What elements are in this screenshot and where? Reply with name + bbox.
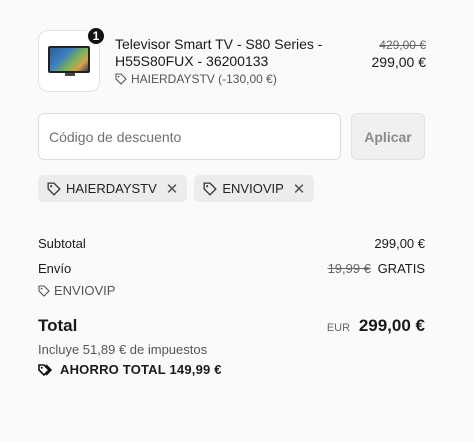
tag-icon	[203, 182, 218, 196]
quantity-badge: 1	[86, 26, 106, 46]
discount-chip-label: ENVIOVIP	[222, 181, 284, 196]
shipping-code: ENVIOVIP	[38, 283, 115, 298]
shipping-price: 19,99 € GRATIS	[328, 261, 425, 276]
remove-code-icon[interactable]: ✕	[293, 180, 306, 198]
discount-chip: ENVIOVIP ✕	[194, 175, 315, 202]
line-item: 1 Televisor Smart TV - S80 Series - H55S…	[38, 26, 427, 94]
apply-button[interactable]: Aplicar	[351, 113, 425, 160]
shipping-old-price: 19,99 €	[327, 261, 371, 276]
tag-icon	[38, 284, 50, 297]
remove-code-icon[interactable]: ✕	[166, 180, 179, 198]
shipping-code-label: ENVIOVIP	[54, 283, 116, 298]
total-value: EUR 299,00 €	[327, 316, 425, 336]
product-discount-label: HAIERDAYSTV (-130,00 €)	[131, 72, 277, 86]
total-label: Total	[38, 316, 78, 335]
discount-chip-label: HAIERDAYSTV	[66, 181, 157, 196]
subtotal-label: Subtotal	[38, 236, 86, 251]
tax-note: Incluye 51,89 € de impuestos	[38, 342, 208, 357]
original-price: 429,00 €	[379, 38, 426, 52]
shipping-value: GRATIS	[377, 261, 425, 276]
tv-image	[48, 46, 90, 76]
shipping-label: Envío	[38, 261, 72, 276]
tag-icon	[47, 182, 61, 196]
tag-icon	[115, 73, 127, 85]
product-discount: HAIERDAYSTV (-130,00 €)	[115, 72, 277, 86]
total-savings: AHORRO TOTAL 149,99 €	[38, 362, 222, 377]
subtotal-row: Subtotal 299,00 €	[38, 236, 425, 251]
line-price: 299,00 €	[371, 54, 427, 70]
currency-code: EUR	[326, 322, 351, 334]
discount-code-input[interactable]	[38, 113, 341, 160]
total-amount: 299,00 €	[358, 316, 425, 335]
order-summary: 1 Televisor Smart TV - S80 Series - H55S…	[0, 0, 474, 442]
shipping-row: Envío 19,99 € GRATIS	[38, 261, 425, 276]
savings-label: AHORRO TOTAL 149,99 €	[60, 362, 222, 377]
discount-chip: HAIERDAYSTV ✕	[38, 175, 188, 202]
tags-icon	[38, 363, 53, 376]
subtotal-value: 299,00 €	[374, 236, 425, 251]
product-title: Televisor Smart TV - S80 Series - H55S80…	[115, 36, 323, 69]
applied-codes: HAIERDAYSTV ✕ ENVIOVIP ✕	[38, 175, 315, 202]
